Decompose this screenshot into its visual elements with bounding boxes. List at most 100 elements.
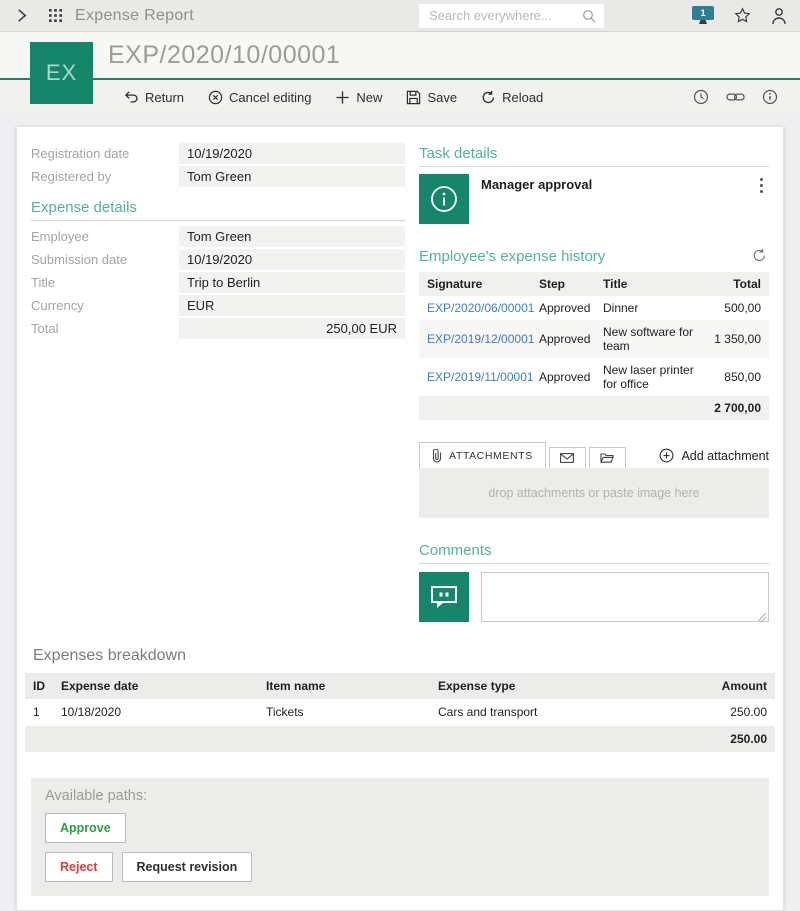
record-card: Registration date 10/19/2020 Registered …: [16, 126, 784, 911]
field-title: Title Trip to Berlin: [31, 272, 405, 293]
field-label: Registered by: [31, 166, 179, 187]
task-row: Manager approval: [419, 174, 769, 224]
request-revision-button[interactable]: Request revision: [122, 852, 253, 882]
field-currency: Currency EUR: [31, 295, 405, 316]
topbar: Expense Report 1: [0, 0, 800, 32]
field-label: Currency: [31, 295, 179, 316]
return-button[interactable]: Return: [112, 90, 196, 105]
info-icon[interactable]: [762, 89, 778, 105]
topbar-right-icons: 1: [692, 6, 787, 25]
expense-history-section: Employee's expense history Signature Ste…: [419, 246, 769, 420]
record-link[interactable]: EXP/2019/12/00001: [427, 332, 534, 346]
task-info-icon: [419, 174, 469, 224]
approve-button[interactable]: Approve: [45, 813, 126, 843]
grand-total: 2 700,00: [701, 401, 761, 415]
task-name[interactable]: Manager approval: [481, 174, 754, 224]
history-table-header: Signature Step Title Total: [419, 272, 769, 296]
reject-button[interactable]: Reject: [45, 852, 113, 882]
field-value[interactable]: Trip to Berlin: [179, 272, 405, 293]
apps-grid-icon[interactable]: [48, 8, 63, 23]
expense-history-section-title: Employee's expense history: [419, 248, 605, 265]
field-label: Total: [31, 318, 179, 339]
field-value[interactable]: 10/19/2020: [179, 249, 405, 270]
field-value[interactable]: Tom Green: [179, 226, 405, 247]
type-cell: Cars and transport: [438, 705, 657, 719]
attachments-tab-label: ATTACHMENTS: [449, 450, 533, 462]
comment-textarea[interactable]: [481, 572, 769, 622]
comments-section-title: Comments: [419, 534, 769, 564]
tab-attachments[interactable]: ATTACHMENTS: [419, 442, 546, 468]
column-header[interactable]: Amount: [657, 679, 767, 693]
field-label: Registration date: [31, 143, 179, 164]
field-label: Employee: [31, 226, 179, 247]
column-header[interactable]: Title: [603, 277, 701, 291]
search-input[interactable]: [427, 7, 582, 24]
column-header[interactable]: Expense date: [61, 679, 266, 693]
tab-folder[interactable]: [589, 447, 626, 468]
record-header: EX EXP/2020/10/00001: [0, 32, 800, 80]
return-label: Return: [145, 90, 184, 105]
add-attachment-label: Add attachment: [681, 449, 769, 463]
history-table-footer: 2 700,00: [419, 396, 769, 420]
breakdown-table-header: ID Expense date Item name Expense type A…: [25, 673, 775, 699]
tab-mail[interactable]: [549, 447, 586, 468]
available-paths-title: Available paths:: [45, 788, 755, 804]
attachments-dropzone[interactable]: drop attachments or paste image here: [419, 468, 769, 518]
link-icon[interactable]: [726, 91, 745, 103]
cancel-editing-button[interactable]: Cancel editing: [196, 90, 323, 105]
comment-bubble-icon: [419, 572, 469, 622]
record-avatar: EX: [30, 42, 93, 104]
field-label: Submission date: [31, 249, 179, 270]
column-header[interactable]: ID: [33, 679, 61, 693]
refresh-icon[interactable]: [750, 246, 769, 265]
history-table-row: EXP/2019/12/00001 Approved New software …: [419, 320, 769, 358]
field-value[interactable]: 250,00 EUR: [179, 318, 405, 339]
field-label: Title: [31, 272, 179, 293]
save-button[interactable]: Save: [394, 90, 469, 105]
breakdown-table-footer: 250.00: [25, 726, 775, 752]
field-value[interactable]: 10/19/2020: [179, 143, 405, 164]
column-header[interactable]: Step: [539, 277, 603, 291]
field-value[interactable]: EUR: [179, 295, 405, 316]
field-total: Total 250,00 EUR: [31, 318, 405, 339]
total-cell: 850,00: [701, 370, 761, 384]
cancel-editing-label: Cancel editing: [229, 90, 311, 105]
add-circle-icon: [659, 448, 674, 463]
field-submission-date: Submission date 10/19/2020: [31, 249, 405, 270]
step-cell: Approved: [539, 301, 603, 315]
new-button[interactable]: New: [323, 90, 394, 105]
search-box[interactable]: [419, 4, 604, 28]
add-attachment-button[interactable]: Add attachment: [659, 448, 769, 463]
notifications-monitor-icon[interactable]: 1: [692, 6, 714, 25]
total-cell: 500,00: [701, 301, 761, 315]
reload-button[interactable]: Reload: [469, 90, 555, 105]
breakdown-table-row[interactable]: 1 10/18/2020 Tickets Cars and transport …: [25, 699, 775, 725]
title-cell: New laser printer for office: [603, 363, 701, 391]
user-icon[interactable]: [771, 7, 787, 25]
date-cell: 10/18/2020: [61, 705, 266, 719]
reload-label: Reload: [502, 90, 543, 105]
title-cell: New software for team: [603, 325, 701, 353]
mail-icon: [560, 453, 574, 463]
favorites-star-icon[interactable]: [733, 6, 752, 25]
search-icon[interactable]: [582, 9, 596, 23]
record-link[interactable]: EXP/2019/11/00001: [427, 370, 534, 384]
attachments-section: ATTACHMENTS Add attachment drop attachme…: [419, 442, 769, 518]
breakdown-section-title: Expenses breakdown: [33, 647, 775, 665]
column-header[interactable]: Signature: [427, 277, 539, 291]
paperclip-icon: [432, 449, 442, 463]
task-details-section-title: Task details: [419, 143, 769, 167]
app-title: Expense Report: [75, 7, 194, 25]
column-header[interactable]: Item name: [266, 679, 438, 693]
column-header[interactable]: Expense type: [438, 679, 657, 693]
kebab-menu-icon[interactable]: [754, 174, 769, 197]
comments-section: Comments: [419, 534, 769, 627]
sidebar-expand-icon[interactable]: [13, 7, 30, 24]
column-header[interactable]: Total: [701, 277, 761, 291]
item-cell: Tickets: [266, 705, 438, 719]
record-link[interactable]: EXP/2020/06/00001: [427, 301, 534, 315]
history-clock-icon[interactable]: [693, 89, 709, 105]
field-value[interactable]: Tom Green: [179, 166, 405, 187]
id-cell: 1: [33, 705, 61, 719]
step-cell: Approved: [539, 370, 603, 384]
